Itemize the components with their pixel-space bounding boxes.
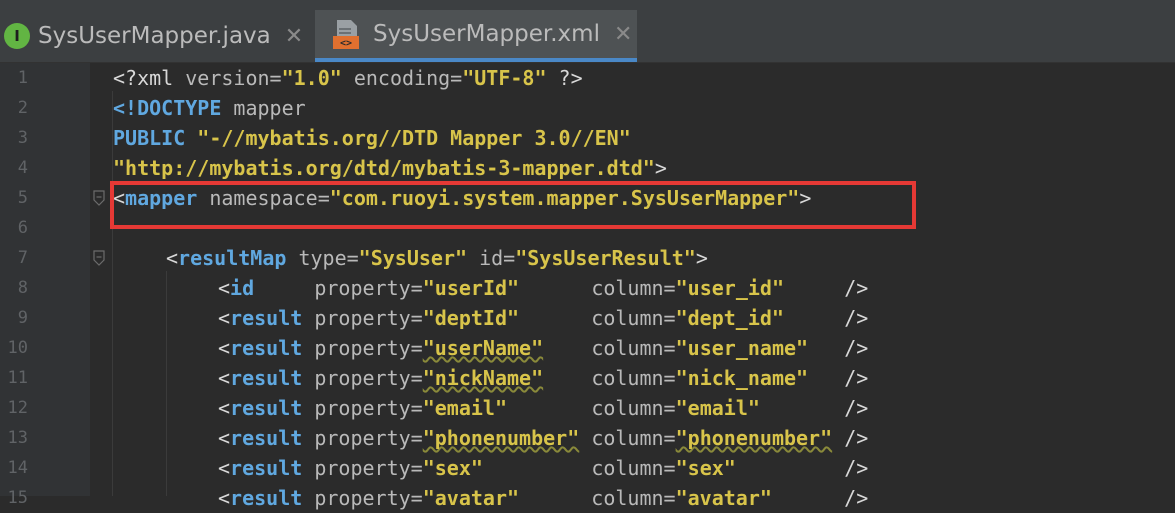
code-line-4: 4 "http://mybatis.org/dtd/mybatis-3-mapp…: [0, 153, 1175, 183]
line-number: 5: [17, 188, 28, 208]
close-icon[interactable]: ✕: [614, 22, 632, 47]
line-number: 9: [17, 308, 28, 328]
line-number: 11: [7, 368, 28, 388]
fold-marker-icon[interactable]: [93, 250, 105, 266]
code-line-15: 15 <result property="avatar" column="ava…: [0, 483, 1175, 513]
code-editor[interactable]: 1 <?xml version="1.0" encoding="UTF-8" ?…: [0, 63, 1175, 510]
tab-label: SysUserMapper.xml: [373, 21, 600, 47]
svg-text:<>: <>: [340, 38, 352, 49]
line-number: 14: [7, 458, 28, 478]
red-highlight-box: [110, 181, 916, 229]
code-line-13: 13 <result property="phonenumber" column…: [0, 423, 1175, 453]
fold-marker-icon[interactable]: [93, 190, 105, 206]
code-line-9: 9 <result property="deptId" column="dept…: [0, 303, 1175, 333]
code-line-3: 3 PUBLIC "-//mybatis.org//DTD Mapper 3.0…: [0, 123, 1175, 153]
code-line-11: 11 <result property="nickName" column="n…: [0, 363, 1175, 393]
tab-label: SysUserMapper.java: [38, 23, 271, 49]
line-number: 12: [7, 398, 28, 418]
code-line-8: 8 <id property="userId" column="user_id"…: [0, 273, 1175, 303]
code-line-7: 7 <resultMap type="SysUser" id="SysUserR…: [0, 243, 1175, 273]
line-number: 7: [17, 248, 28, 268]
line-number: 4: [17, 158, 28, 178]
code-line-1: 1 <?xml version="1.0" encoding="UTF-8" ?…: [0, 63, 1175, 93]
line-number: 13: [7, 428, 28, 448]
tab-sysusermapper-java[interactable]: I SysUserMapper.java ✕: [0, 10, 313, 62]
code-line-12: 12 <result property="email" column="emai…: [0, 393, 1175, 423]
line-number: 2: [17, 98, 28, 118]
line-number: 6: [17, 218, 28, 238]
line-number: 8: [17, 278, 28, 298]
close-icon[interactable]: ✕: [285, 24, 303, 49]
code-line-14: 14 <result property="sex" column="sex" /…: [0, 453, 1175, 483]
line-number: 15: [7, 488, 28, 508]
code-line-10: 10 <result property="userName" column="u…: [0, 333, 1175, 363]
line-number: 10: [7, 338, 28, 358]
tab-sysusermapper-xml[interactable]: <> SysUserMapper.xml ✕: [315, 10, 637, 62]
editor-tab-bar: I SysUserMapper.java ✕ <> SysUserMapper.…: [0, 0, 1175, 63]
java-interface-icon: I: [4, 23, 30, 49]
line-number: 3: [17, 128, 28, 148]
line-number: 1: [17, 68, 28, 88]
xml-file-icon: <>: [331, 18, 361, 50]
code-line-2: 2 <!DOCTYPE mapper: [0, 93, 1175, 123]
